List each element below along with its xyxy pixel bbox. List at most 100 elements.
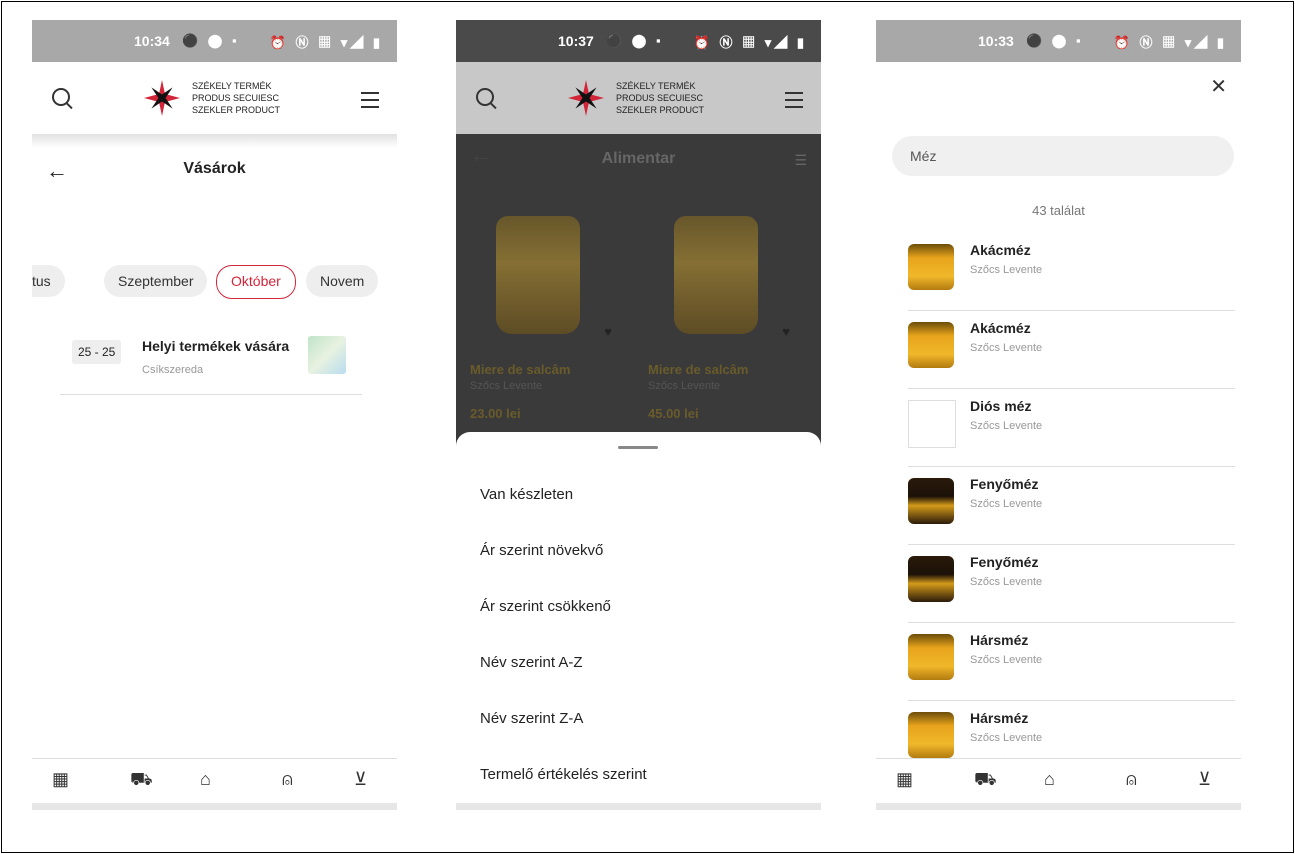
month-chip[interactable]: Novem (306, 265, 379, 297)
system-status-icons: ⏰ Ⓝ ▦ ▾◢ ▮ (1113, 35, 1227, 50)
search-input[interactable]: Méz (892, 136, 1234, 176)
product-name: Miere de salcâm (648, 362, 749, 377)
status-bar: 10:33 ⚫ ⬤ ▪ ⏰ Ⓝ ▦ ▾◢ ▮ (876, 20, 1241, 62)
sort-option[interactable]: Termelő értékelés szerint (480, 766, 647, 783)
search-query: Méz (910, 148, 937, 164)
logo-text: SZÉKELY TERMÉK PRODUS SECUIESC SZEKLER P… (192, 80, 280, 116)
sheet-handle[interactable] (618, 446, 658, 449)
map-thumbnail (308, 336, 346, 374)
truck-icon[interactable]: ⛟ (130, 769, 153, 793)
result-producer: Szőcs Levente (970, 498, 1043, 510)
store-icon[interactable]: ⌂ (1044, 769, 1055, 790)
product-producer: Szőcs Levente (648, 380, 721, 392)
logo-line: SZÉKELY TERMÉK (192, 81, 272, 91)
menu-icon[interactable] (785, 92, 803, 108)
category-title: Alimentar (601, 150, 676, 167)
status-time: 10:37 (558, 33, 594, 49)
notification-icons: ⚫ ⬤ ▪ (1026, 33, 1084, 48)
result-producer: Szőcs Levente (970, 576, 1043, 588)
category-header: ← Alimentar ☰ (456, 134, 821, 184)
sort-option[interactable]: Ár szerint csökkenő (480, 598, 611, 615)
cart-icon[interactable]: ⊻ (354, 769, 367, 790)
sort-option[interactable]: Név szerint Z-A (480, 710, 583, 727)
header-shadow (32, 134, 397, 148)
category-screen: 10:37 ⚫ ⬤ ▪ ⏰ Ⓝ ▦ ▾◢ ▮ SZÉKELY TERMÉK PR… (456, 20, 821, 810)
user-icon[interactable]: ⍝ (1126, 769, 1137, 790)
grid-icon[interactable]: ▦ (896, 769, 913, 790)
bottom-nav: ▦ ⛟ ⌂ ⍝ ⊻ (876, 758, 1241, 801)
product-price: 23.00 lei (470, 406, 521, 421)
logo-line: SZEKLER PRODUCT (192, 105, 281, 115)
system-nav: ◁ ○ ▢ (876, 803, 1241, 810)
status-time: 10:34 (134, 33, 170, 49)
result-item[interactable]: Diós méz Szőcs Levente (908, 388, 1235, 467)
month-selector: tus Szeptember Október Novem (32, 265, 397, 299)
result-producer: Szőcs Levente (970, 732, 1043, 744)
logo-icon (144, 80, 180, 116)
result-name: Hársméz (970, 710, 1029, 726)
app-header: SZÉKELY TERMÉK PRODUS SECUIESC SZEKLER P… (456, 62, 821, 134)
result-producer: Szőcs Levente (970, 654, 1043, 666)
product-thumbnail (908, 634, 954, 680)
grid-icon[interactable]: ▦ (52, 769, 69, 790)
product-price: 45.00 lei (648, 406, 699, 421)
result-item[interactable]: Akácméz Szőcs Levente (908, 310, 1235, 389)
system-status-icons: ⏰ Ⓝ ▦ ▾◢ ▮ (269, 35, 383, 50)
system-nav: ◁ ○ ▢ (32, 803, 397, 810)
app-header: SZÉKELY TERMÉK PRODUS SECUIESC SZEKLER P… (32, 62, 397, 134)
result-producer: Szőcs Levente (970, 264, 1043, 276)
event-item[interactable]: 25 - 25 Helyi termékek vására Csíkszered… (60, 330, 362, 395)
filter-icon[interactable]: ☰ (794, 152, 807, 169)
system-nav: ◁ ○ ▢ (456, 803, 821, 810)
user-icon[interactable]: ⍝ (282, 769, 293, 790)
sort-option[interactable]: Ár szerint növekvő (480, 542, 603, 559)
logo-icon (568, 80, 604, 116)
product-thumbnail (908, 556, 954, 602)
result-item[interactable]: Hársméz Szőcs Levente (908, 622, 1235, 701)
product-producer: Szőcs Levente (470, 380, 543, 392)
logo-line: PRODUS SECUIESC (616, 93, 704, 103)
store-icon[interactable]: ⌂ (200, 769, 211, 790)
result-producer: Szőcs Levente (970, 420, 1043, 432)
product-thumbnail (908, 712, 954, 758)
logo-line: SZEKLER PRODUCT (616, 105, 705, 115)
event-date: 25 - 25 (72, 340, 122, 364)
truck-icon[interactable]: ⛟ (974, 769, 997, 793)
heart-icon[interactable]: ♥ (782, 324, 790, 339)
cart-icon[interactable]: ⊻ (1198, 769, 1211, 790)
markets-screen: 10:34 ⚫ ⬤ ▪ ⏰ Ⓝ ▦ ▾◢ ▮ SZÉKELY TERMÉK PR… (32, 20, 397, 810)
result-name: Akácméz (970, 242, 1031, 258)
logo-line: PRODUS SECUIESC (192, 93, 280, 103)
product-thumbnail (908, 322, 954, 368)
sort-option[interactable]: Van készleten (480, 486, 573, 503)
product-name: Miere de salcâm (470, 362, 571, 377)
status-bar: 10:34 ⚫ ⬤ ▪ ⏰ Ⓝ ▦ ▾◢ ▮ (32, 20, 397, 62)
product-card[interactable]: ♥ Miere de salcâm Szőcs Levente 23.00 le… (456, 216, 620, 436)
system-status-icons: ⏰ Ⓝ ▦ ▾◢ ▮ (693, 35, 807, 50)
menu-icon[interactable] (361, 92, 379, 108)
heart-icon[interactable]: ♥ (604, 324, 612, 339)
result-name: Hársméz (970, 632, 1029, 648)
sort-option[interactable]: Név szerint A-Z (480, 654, 583, 671)
result-item[interactable]: Akácméz Szőcs Levente (908, 232, 1235, 311)
result-name: Diós méz (970, 398, 1032, 414)
event-city: Csíkszereda (142, 364, 204, 376)
search-icon[interactable] (52, 88, 70, 106)
search-icon[interactable] (476, 88, 494, 106)
sort-bottom-sheet: Van készleten Ár szerint növekvő Ár szer… (456, 432, 821, 810)
product-thumbnail (908, 244, 954, 290)
month-chip[interactable]: tus (32, 265, 65, 297)
month-chip[interactable]: Szeptember (104, 265, 208, 297)
product-image (674, 216, 758, 334)
product-thumbnail (908, 478, 954, 524)
month-chip-active[interactable]: Október (216, 265, 296, 299)
close-icon[interactable]: ✕ (1210, 74, 1227, 99)
product-card[interactable]: ♥ Miere de salcâm Szőcs Levente 45.00 le… (634, 216, 798, 436)
result-item[interactable]: Fenyőméz Szőcs Levente (908, 544, 1235, 623)
page-header: ← Vásárok (32, 148, 397, 202)
result-name: Akácméz (970, 320, 1031, 336)
logo-line: SZÉKELY TERMÉK (616, 81, 696, 91)
result-name: Fenyőméz (970, 476, 1039, 492)
event-title: Helyi termékek vására (142, 338, 290, 354)
result-item[interactable]: Fenyőméz Szőcs Levente (908, 466, 1235, 545)
